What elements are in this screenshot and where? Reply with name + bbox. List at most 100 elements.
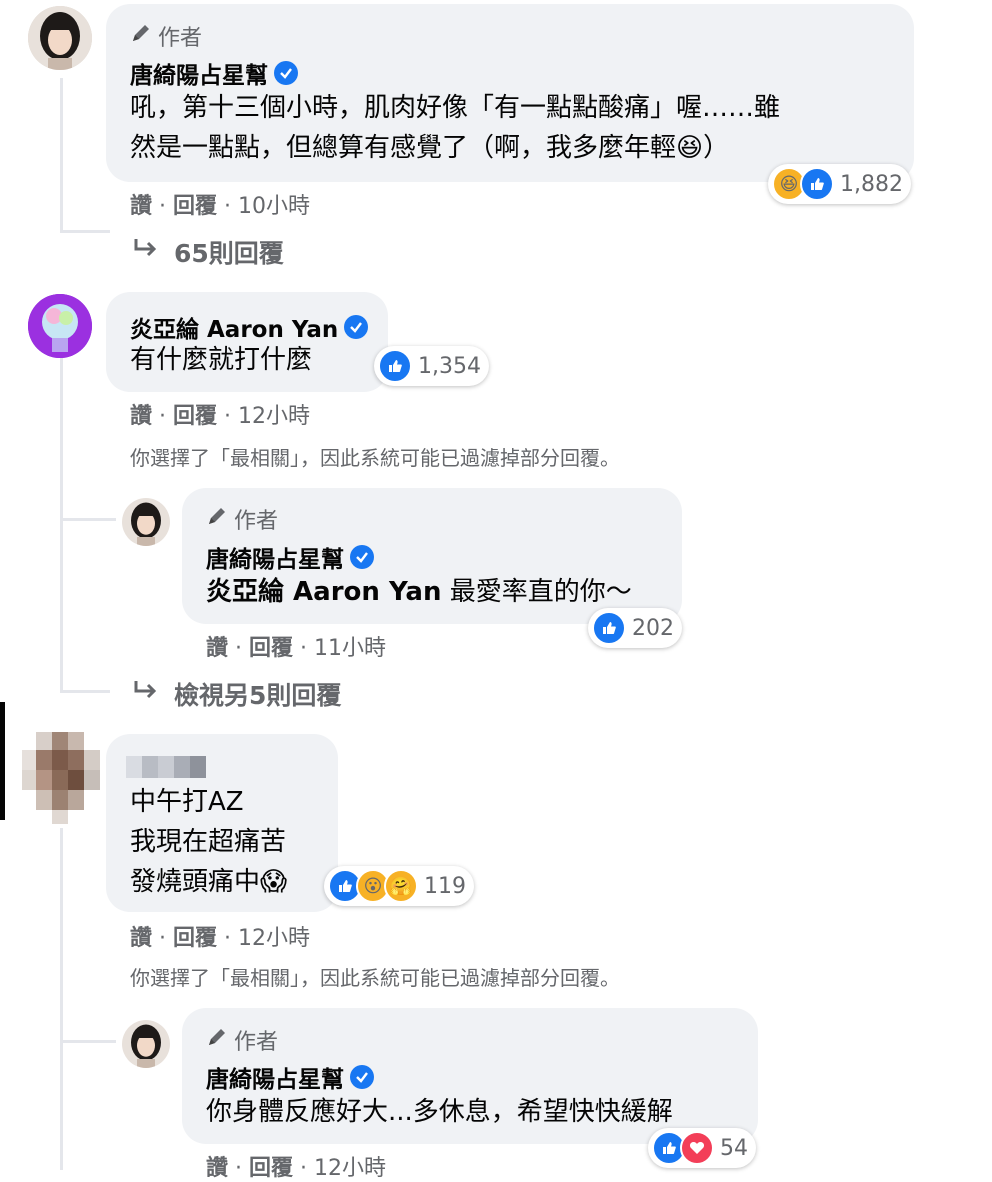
avatar[interactable] xyxy=(122,498,170,546)
commenter-name[interactable]: 唐綺陽占星幫 xyxy=(206,1060,374,1094)
reaction-summary[interactable]: 1,354 xyxy=(374,346,489,386)
filter-notice: 你選擇了「最相關」，因此系統可能已過濾掉部分回覆。 xyxy=(130,446,620,470)
separator: · xyxy=(159,404,167,429)
commenter-name-text[interactable]: 唐綺陽占星幫 xyxy=(130,56,268,90)
verified-badge-icon xyxy=(344,315,369,339)
reply-text-body: 最愛率直的你～ xyxy=(441,577,632,607)
like-action[interactable]: 讚 xyxy=(130,194,152,219)
author-badge-label: 作者 xyxy=(234,1030,279,1055)
timestamp[interactable]: 12小時 xyxy=(238,404,310,429)
view-more-replies-link[interactable]: 檢視另5則回覆 xyxy=(132,676,341,712)
reaction-count: 202 xyxy=(632,615,674,641)
comment-text-line: 中午打AZ xyxy=(130,787,244,817)
separator: · xyxy=(224,926,232,951)
view-replies-label[interactable]: 檢視另5則回覆 xyxy=(174,676,341,712)
reaction-count: 54 xyxy=(720,1135,748,1161)
reply-action[interactable]: 回覆 xyxy=(249,1156,293,1181)
timestamp[interactable]: 12小時 xyxy=(314,1156,386,1181)
filter-notice: 你選擇了「最相關」，因此系統可能已過濾掉部分回覆。 xyxy=(130,966,620,990)
commenter-name[interactable]: 唐綺陽占星幫 xyxy=(130,56,298,90)
separator: · xyxy=(159,926,167,951)
pen-icon xyxy=(206,505,228,533)
reply-text: 炎亞綸 Aaron Yan 最愛率直的你～ xyxy=(206,572,632,612)
like-action[interactable]: 讚 xyxy=(206,636,228,661)
author-badge: 作者 xyxy=(206,503,278,535)
separator: · xyxy=(224,404,232,429)
commenter-name-text[interactable]: 炎亞綸 Aaron Yan xyxy=(130,310,338,344)
comment-actions: 讚 · 回覆 · 10小時 xyxy=(130,188,310,220)
avatar-pixelated[interactable] xyxy=(22,730,104,826)
scroll-edge-marker xyxy=(0,702,5,820)
reply-actions: 讚 · 回覆 · 12小時 xyxy=(206,1150,386,1182)
reply-actions: 讚 · 回覆 · 11小時 xyxy=(206,630,386,662)
author-badge: 作者 xyxy=(130,20,202,52)
like-action[interactable]: 讚 xyxy=(206,1156,228,1181)
timestamp[interactable]: 10小時 xyxy=(238,194,310,219)
separator: · xyxy=(300,1156,308,1181)
commenter-name[interactable]: 唐綺陽占星幫 xyxy=(206,540,374,574)
separator: · xyxy=(235,1156,243,1181)
thread-line xyxy=(60,518,116,521)
reply-action[interactable]: 回覆 xyxy=(173,926,217,951)
timestamp[interactable]: 11小時 xyxy=(314,636,386,661)
like-reaction-icon xyxy=(592,611,626,645)
author-badge: 作者 xyxy=(206,1024,278,1056)
like-action[interactable]: 讚 xyxy=(130,404,152,429)
comment-text: 中午打AZ 我現在超痛苦 發燒頭痛中😱 xyxy=(130,782,287,902)
thread-line xyxy=(60,78,63,233)
reaction-summary[interactable]: 54 xyxy=(648,1128,756,1168)
separator: · xyxy=(224,194,232,219)
avatar[interactable] xyxy=(28,294,92,358)
avatar[interactable] xyxy=(28,6,92,70)
verified-badge-icon xyxy=(350,1065,374,1089)
commenter-name-text[interactable]: 唐綺陽占星幫 xyxy=(206,540,344,574)
avatar[interactable] xyxy=(122,1020,170,1068)
commenter-name-text[interactable]: 唐綺陽占星幫 xyxy=(206,1060,344,1094)
comment-text-line: 然是一點點，但總算有感覺了（啊，我多麼年輕😆） xyxy=(130,133,730,163)
pen-icon xyxy=(206,1026,228,1054)
comment-text-line: 發燒頭痛中😱 xyxy=(130,867,288,897)
like-reaction-icon xyxy=(800,167,834,201)
separator: · xyxy=(159,194,167,219)
love-reaction-icon xyxy=(680,1131,714,1165)
reply-text: 你身體反應好大...多休息，希望快快緩解 xyxy=(206,1092,673,1132)
reaction-count: 1,354 xyxy=(418,353,481,379)
thread-line xyxy=(60,690,110,693)
reaction-summary[interactable]: 😆 1,882 xyxy=(768,164,911,204)
view-replies-link[interactable]: 65則回覆 xyxy=(132,234,284,270)
reaction-summary[interactable]: 😮 🤗 119 xyxy=(324,866,474,906)
mention-link[interactable]: 炎亞綸 Aaron Yan xyxy=(206,577,441,607)
reply-arrow-icon xyxy=(132,237,160,267)
comment-text-line: 吼，第十三個小時，肌肉好像「有一點點酸痛」喔……雖 xyxy=(130,93,781,123)
thread-line xyxy=(60,230,110,233)
reaction-summary[interactable]: 202 xyxy=(588,608,682,648)
like-reaction-icon xyxy=(378,349,412,383)
reaction-count: 1,882 xyxy=(840,171,903,197)
verified-badge-icon xyxy=(274,61,298,85)
comment-text-line: 我現在超痛苦 xyxy=(130,827,287,857)
comment-text-line: 有什麼就打什麼 xyxy=(130,345,313,375)
reply-action[interactable]: 回覆 xyxy=(173,194,217,219)
thread-line xyxy=(60,828,63,1170)
thread-line xyxy=(60,358,63,693)
separator: · xyxy=(235,636,243,661)
view-replies-label[interactable]: 65則回覆 xyxy=(174,234,284,270)
reply-action[interactable]: 回覆 xyxy=(173,404,217,429)
name-redacted xyxy=(126,756,208,778)
separator: · xyxy=(300,636,308,661)
comment-text: 有什麼就打什麼 xyxy=(130,340,312,380)
timestamp[interactable]: 12小時 xyxy=(238,926,310,951)
reaction-count: 119 xyxy=(424,873,466,899)
commenter-name[interactable]: 炎亞綸 Aaron Yan xyxy=(130,310,369,344)
pen-icon xyxy=(130,22,152,50)
like-action[interactable]: 讚 xyxy=(130,926,152,951)
comment-actions: 讚 · 回覆 · 12小時 xyxy=(130,920,310,952)
reply-action[interactable]: 回覆 xyxy=(249,636,293,661)
reply-text-body: 你身體反應好大...多休息，希望快快緩解 xyxy=(206,1097,673,1127)
comment-text: 吼，第十三個小時，肌肉好像「有一點點酸痛」喔……雖 然是一點點，但總算有感覺了（… xyxy=(130,88,780,168)
verified-badge-icon xyxy=(350,545,374,569)
comment-actions: 讚 · 回覆 · 12小時 xyxy=(130,398,310,430)
reply-arrow-icon xyxy=(132,679,160,709)
author-badge-label: 作者 xyxy=(234,509,279,534)
thread-line xyxy=(60,1040,116,1043)
